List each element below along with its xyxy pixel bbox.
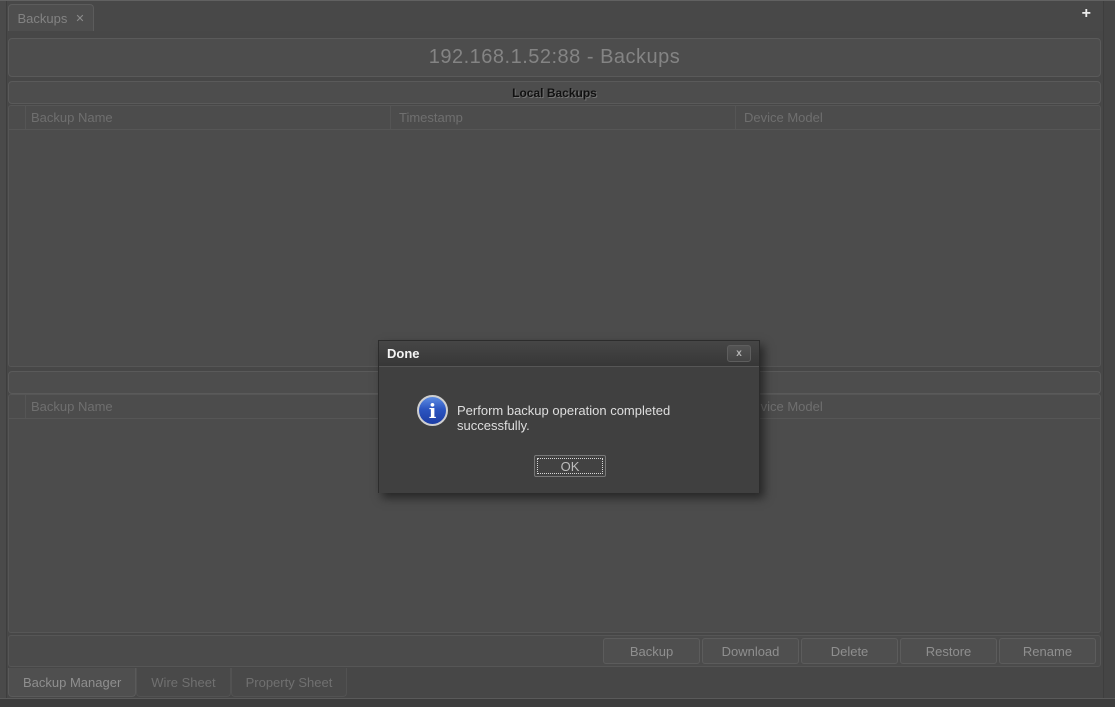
window-bottom-edge [0,698,1115,707]
dialog-message: Perform backup operation completed succe… [457,403,745,433]
view-title-panel: 192.168.1.52:88 - Backups [8,38,1101,77]
rename-button[interactable]: Rename [999,638,1096,664]
view-tab-bar: Backup Manager Wire Sheet Property Sheet [8,668,1103,698]
dialog-title-bar[interactable]: Done x [379,341,759,366]
tab-backups[interactable]: Backups ✕ [8,4,94,31]
local-backups-header-label: Local Backups [512,86,597,100]
dialog-close-icon[interactable]: x [727,345,751,362]
tab-backups-label: Backups [17,11,67,26]
column-header-backup-name[interactable]: Backup Name [26,395,391,418]
row-selector-column [9,106,26,129]
column-header-backup-name[interactable]: Backup Name [26,106,391,129]
right-splitter[interactable] [1103,1,1115,698]
tab-backup-manager[interactable]: Backup Manager [8,668,136,697]
document-tab-bar: Backups ✕ + [7,1,1103,31]
action-button-bar: Backup Download Delete Restore Rename [8,635,1101,667]
download-button[interactable]: Download [702,638,799,664]
local-backups-header: Local Backups [8,81,1101,104]
column-header-timestamp[interactable]: Timestamp [391,106,736,129]
tab-close-icon[interactable]: ✕ [75,12,84,25]
row-selector-column [9,395,26,418]
local-backups-table-header: Backup Name Timestamp Device Model [9,106,1100,130]
dialog-title: Done [387,346,420,361]
left-splitter[interactable] [0,1,7,698]
add-tab-icon[interactable]: + [1082,6,1091,22]
backup-button[interactable]: Backup [603,638,700,664]
tab-wire-sheet[interactable]: Wire Sheet [136,668,230,697]
tab-property-sheet[interactable]: Property Sheet [231,668,348,697]
dialog-body: i Perform backup operation completed suc… [379,366,759,493]
column-header-device-model[interactable]: Device Model [736,106,1100,129]
local-backups-table: Backup Name Timestamp Device Model [8,105,1101,367]
delete-button[interactable]: Delete [801,638,898,664]
application-window: Backups ✕ + 192.168.1.52:88 - Backups Lo… [0,0,1115,707]
ok-button[interactable]: OK [534,455,606,477]
column-header-device-model[interactable]: Device Model [736,395,1100,418]
info-icon: i [417,395,448,426]
done-dialog: Done x i Perform backup operation comple… [378,340,760,493]
page-title: 192.168.1.52:88 - Backups [429,46,681,69]
restore-button[interactable]: Restore [900,638,997,664]
